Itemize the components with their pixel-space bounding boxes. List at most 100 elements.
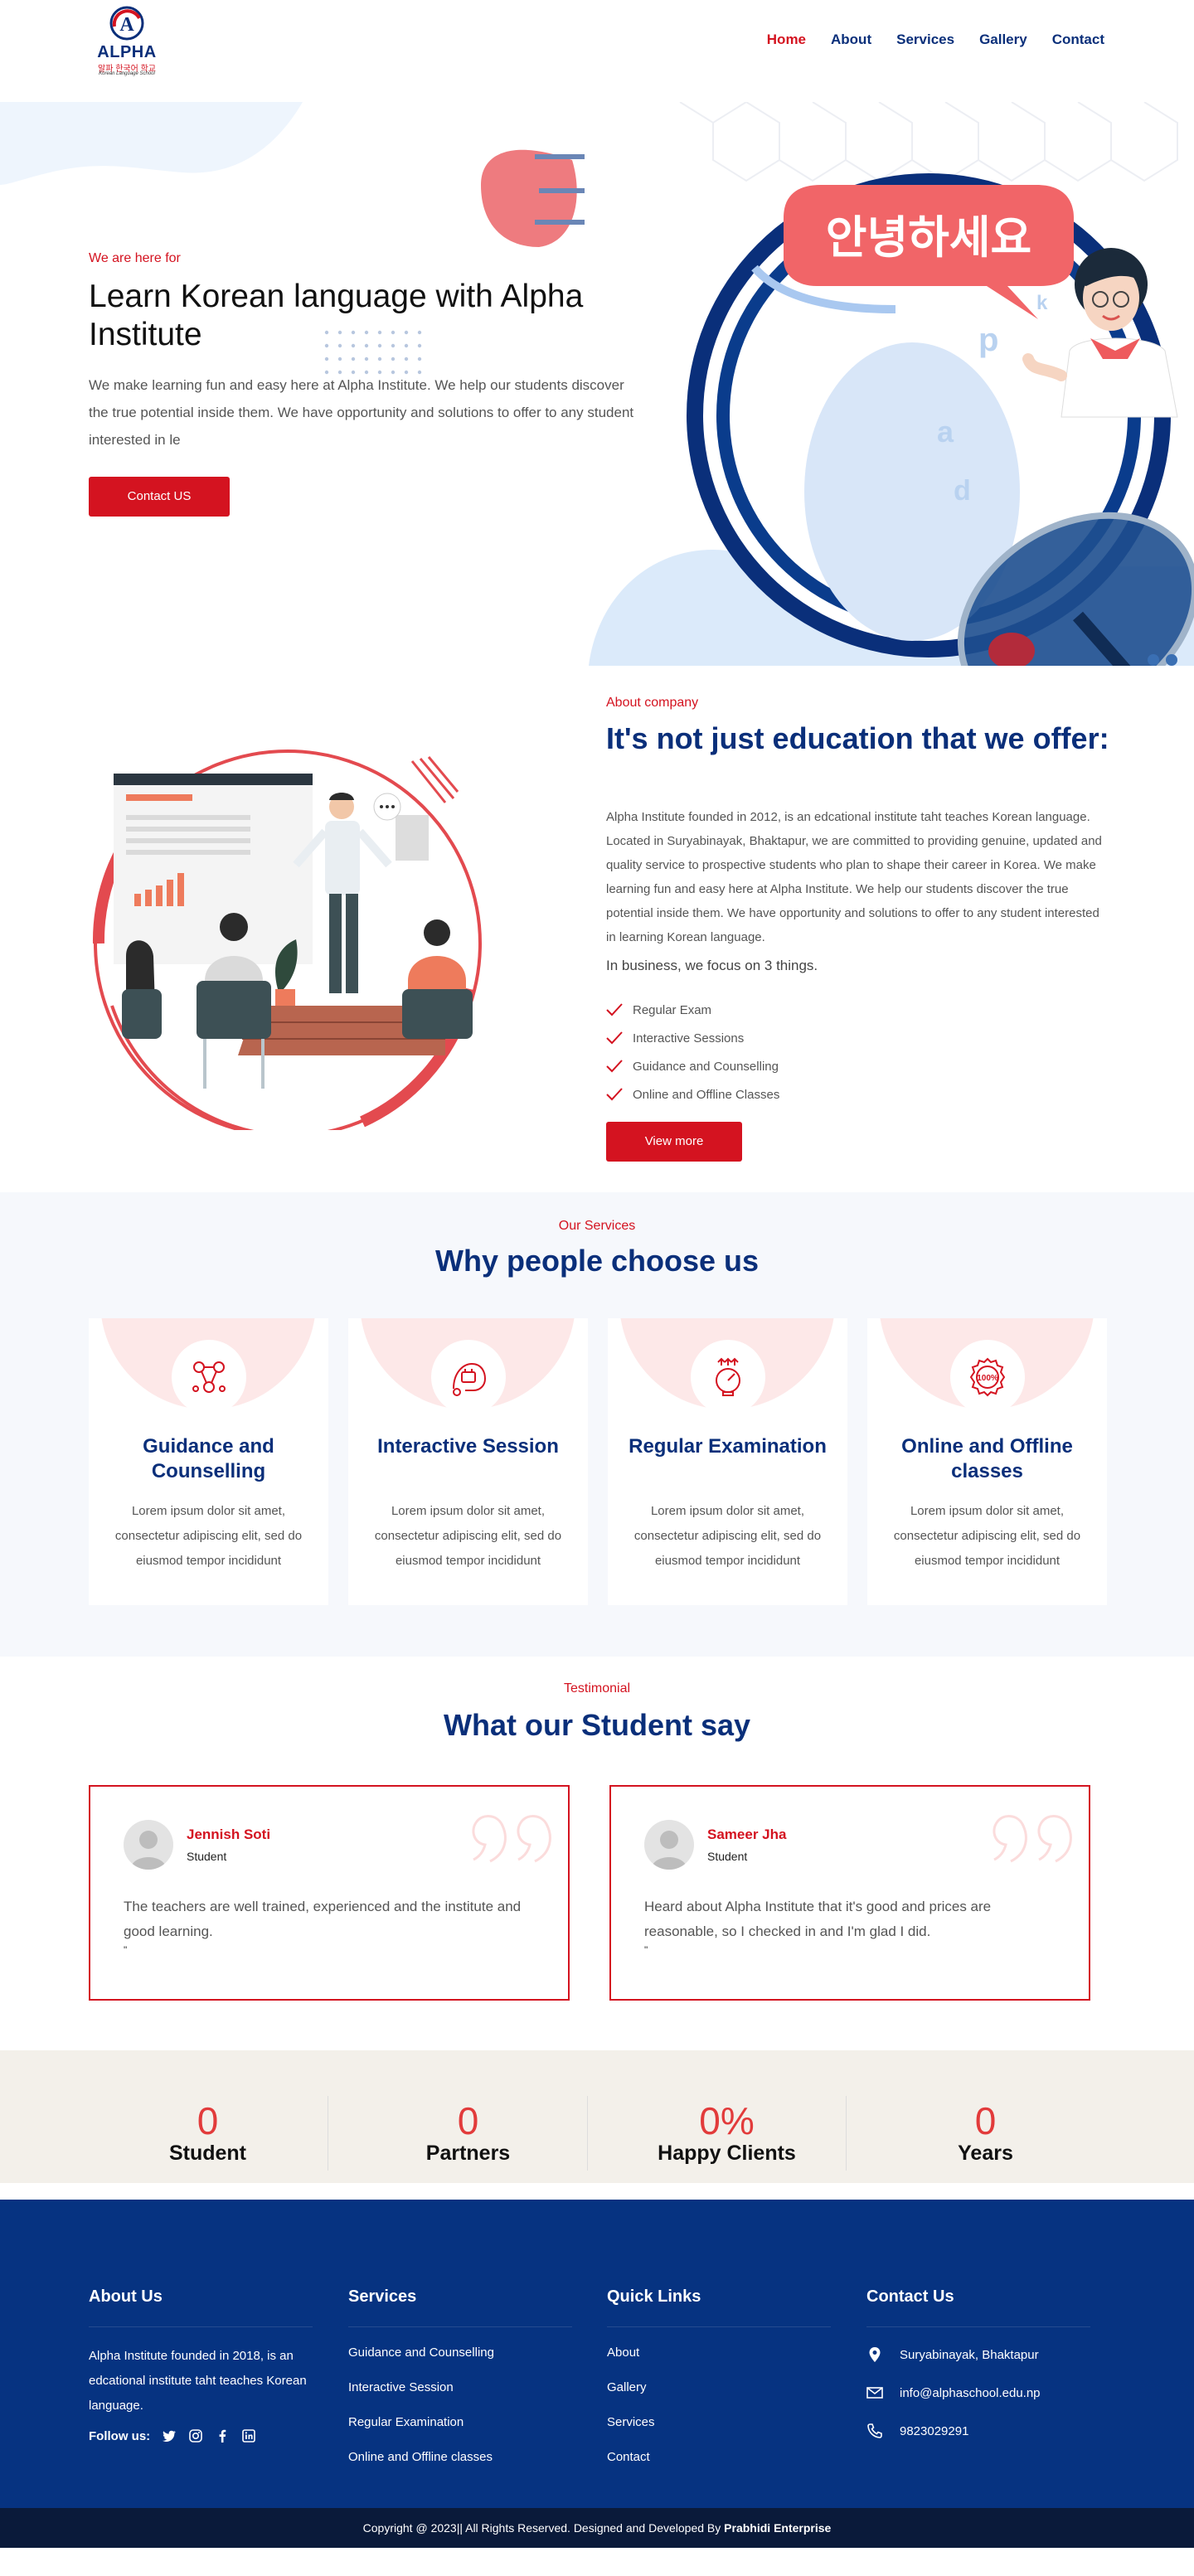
- facebook-icon[interactable]: [215, 2428, 230, 2443]
- footer-link[interactable]: Interactive Session: [348, 2370, 572, 2405]
- service-card[interactable]: 100% Online and Offline classes Lorem ip…: [867, 1318, 1107, 1605]
- list-item-label: Guidance and Counselling: [633, 1059, 779, 1074]
- hero-section: We are here for Learn Korean language wi…: [0, 102, 1194, 666]
- interactive-icon: [431, 1340, 506, 1414]
- services-tagline: Our Services: [558, 1219, 636, 1233]
- footer-link[interactable]: Gallery: [607, 2370, 831, 2405]
- list-item: Interactive Sessions: [606, 1024, 779, 1052]
- copyright-text: Copyright @ 2023|| All Rights Reserved. …: [362, 2521, 721, 2535]
- slider-dot-1[interactable]: [1148, 654, 1159, 666]
- footer-services-list: Guidance and Counselling Interactive Ses…: [348, 2336, 572, 2475]
- nav-home[interactable]: Home: [767, 32, 806, 48]
- list-item: Online and Offline Classes: [606, 1080, 779, 1109]
- hero-wave-decoration: [0, 102, 303, 185]
- testimonial-name: Sameer Jha: [707, 1826, 787, 1842]
- service-cards: Guidance and Counselling Lorem ipsum dol…: [89, 1318, 1107, 1605]
- footer-link[interactable]: Services: [607, 2405, 831, 2440]
- service-card-desc: Lorem ipsum dolor sit amet, consectetur …: [893, 1504, 1081, 1568]
- counter-partners: 0 Partners: [338, 2050, 598, 2183]
- footer-quick-links-list: About Gallery Services Contact: [607, 2336, 831, 2475]
- counter-label: Student: [168, 2142, 247, 2165]
- phone-icon: [867, 2423, 882, 2438]
- site-logo[interactable]: A ALPHA 알파 한국어 학교 Korean Language School: [91, 3, 163, 80]
- svg-text:p: p: [978, 322, 998, 358]
- testimonial-card: Sameer Jha Student Heard about Alpha Ins…: [609, 1785, 1090, 2001]
- contact-us-button[interactable]: Contact US: [89, 477, 230, 517]
- testimonial-mark: ": [124, 1944, 128, 1956]
- nav-about[interactable]: About: [831, 32, 871, 48]
- about-description: Alpha Institute founded in 2012, is an e…: [606, 810, 1102, 944]
- footer-services: Services Guidance and Counselling Intera…: [348, 2287, 572, 2475]
- twitter-icon[interactable]: [162, 2428, 177, 2443]
- testimonial-text: The teachers are well trained, experienc…: [124, 1899, 522, 1939]
- testimonial-card: Jennish Soti Student The teachers are we…: [89, 1785, 570, 2001]
- footer-contact-list: Suryabinayak, Bhaktapur info@alphaschool…: [866, 2336, 1090, 2450]
- testimonial-text: Heard about Alpha Institute that it's go…: [644, 1899, 992, 1939]
- testimonial-role: Student: [187, 1850, 227, 1863]
- services-title: Why people choose us: [434, 1244, 760, 1278]
- about-section: About company It's not just education th…: [0, 666, 1194, 1192]
- badge-icon: 100%: [950, 1340, 1025, 1414]
- footer-about: About Us Alpha Institute founded in 2018…: [89, 2287, 313, 2443]
- nav-contact[interactable]: Contact: [1052, 32, 1104, 48]
- list-item-label: Online and Offline Classes: [633, 1087, 780, 1102]
- counters-section: 0 Student 0 Partners 0% Happy Clients 0 …: [0, 2050, 1194, 2183]
- testimonials-section: Testimonial What our Student say Jennish…: [0, 1657, 1194, 2050]
- checkmark-icon: [606, 1003, 623, 1016]
- counter-years: 0 Years: [856, 2050, 1115, 2183]
- about-feature-list: Regular Exam Interactive Sessions Guidan…: [606, 996, 779, 1109]
- checkmark-icon: [606, 1088, 623, 1101]
- service-card[interactable]: Regular Examination Lorem ipsum dolor si…: [608, 1318, 847, 1605]
- list-item: Guidance and Counselling: [606, 1052, 779, 1080]
- counter-divider: [587, 2096, 588, 2171]
- avatar: [124, 1820, 173, 1870]
- about-focus-text: In business, we focus on 3 things.: [606, 958, 818, 973]
- checkmark-icon: [606, 1060, 623, 1073]
- counter-happy-clients: 0% Happy Clients: [597, 2050, 857, 2183]
- service-card-desc: Lorem ipsum dolor sit amet, consectetur …: [114, 1504, 303, 1568]
- footer-link[interactable]: Contact: [607, 2440, 831, 2475]
- service-card[interactable]: Guidance and Counselling Lorem ipsum dol…: [89, 1318, 328, 1605]
- svg-text:100%: 100%: [977, 1374, 998, 1383]
- linkedin-icon[interactable]: [241, 2428, 256, 2443]
- testimonial-role: Student: [707, 1850, 748, 1863]
- testimonial-mark: ": [644, 1944, 648, 1956]
- contact-email[interactable]: info@alphaschool.edu.np: [866, 2374, 1090, 2412]
- footer-link[interactable]: Online and Offline classes: [348, 2440, 572, 2475]
- footer-link[interactable]: About: [607, 2336, 831, 2370]
- location-pin-icon: [869, 2347, 881, 2362]
- section-spacer: [0, 2183, 1194, 2200]
- site-header: A ALPHA 알파 한국어 학교 Korean Language School…: [0, 0, 1194, 102]
- footer-about-text: Alpha Institute founded in 2018, is an e…: [89, 2349, 307, 2413]
- contact-phone[interactable]: 9823029291: [866, 2412, 1090, 2450]
- counter-value: 0: [197, 2099, 219, 2142]
- service-card-desc: Lorem ipsum dolor sit amet, consectetur …: [633, 1504, 822, 1568]
- counter-students: 0 Student: [78, 2050, 337, 2183]
- address-text: Suryabinayak, Bhaktapur: [900, 2347, 1039, 2362]
- leaf-decoration: [481, 149, 585, 247]
- logo-subtitle: Korean Language School: [99, 71, 155, 76]
- contact-address: Suryabinayak, Bhaktapur: [866, 2336, 1090, 2374]
- footer-link[interactable]: Guidance and Counselling: [348, 2336, 572, 2370]
- avatar: [644, 1820, 694, 1870]
- service-card[interactable]: Interactive Session Lorem ipsum dolor si…: [348, 1318, 588, 1605]
- developer-link[interactable]: Prabhidi Enterprise: [724, 2521, 831, 2535]
- footer-contact: Contact Us Suryabinayak, Bhaktapur info@…: [866, 2287, 1090, 2450]
- counter-divider: [846, 2096, 847, 2171]
- footer-link[interactable]: Regular Examination: [348, 2405, 572, 2440]
- follow-label: Follow us:: [89, 2428, 151, 2443]
- guidance-icon: [172, 1340, 246, 1414]
- logo-text: ALPHA: [97, 43, 157, 61]
- copyright-bar: Copyright @ 2023|| All Rights Reserved. …: [0, 2508, 1194, 2548]
- main-nav: Home About Services Gallery Contact: [767, 32, 1104, 48]
- view-more-button[interactable]: View more: [606, 1122, 742, 1162]
- slider-dot-2[interactable]: [1166, 654, 1177, 666]
- nav-services[interactable]: Services: [896, 32, 954, 48]
- counter-value: 0: [974, 2099, 997, 2142]
- testimonials-tagline: Testimonial: [563, 1681, 631, 1696]
- nav-gallery[interactable]: Gallery: [979, 32, 1027, 48]
- hero-illustration: 안녕하세요 a p d k: [589, 102, 1194, 666]
- svg-text:d: d: [954, 475, 971, 507]
- instagram-icon[interactable]: [188, 2428, 203, 2443]
- service-card-title: Interactive Session: [377, 1435, 559, 1458]
